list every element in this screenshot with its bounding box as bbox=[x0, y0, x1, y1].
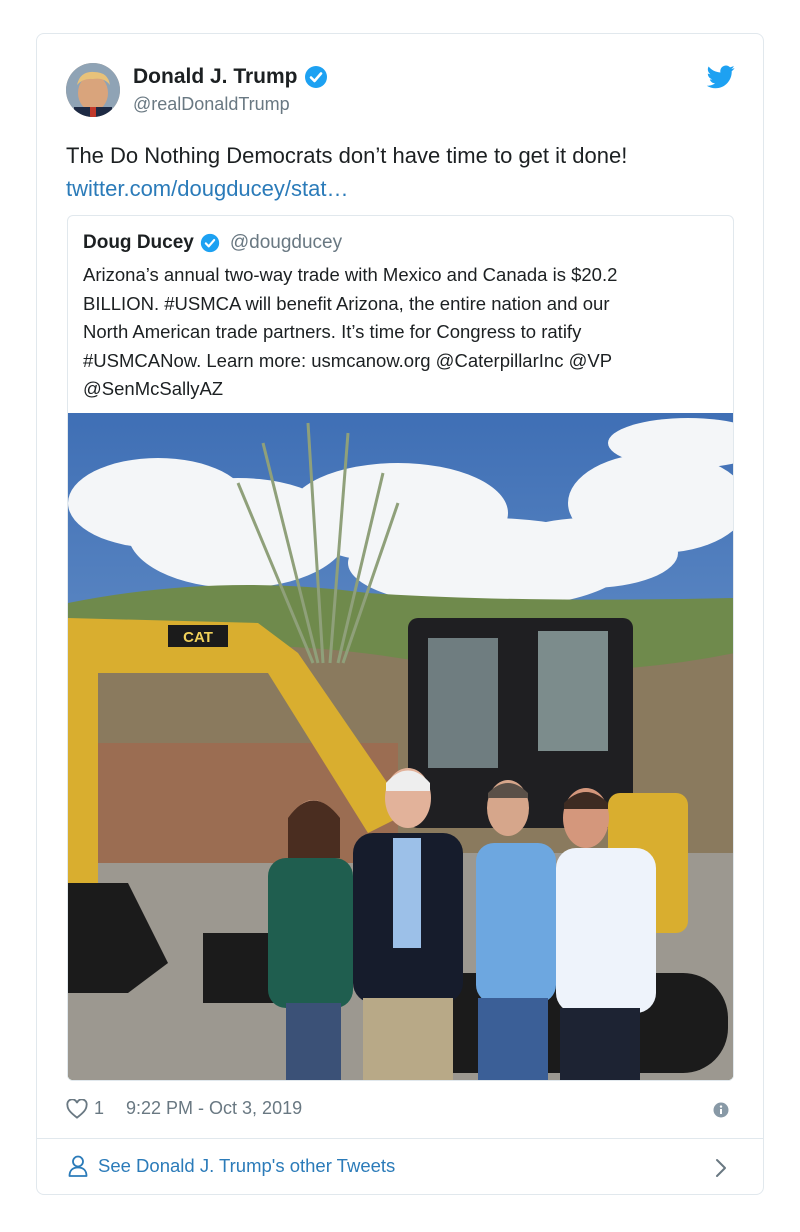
author-avatar[interactable] bbox=[66, 63, 120, 117]
quoted-author-handle: @dougducey bbox=[229, 232, 343, 253]
author-handle[interactable]: @realDonaldTrump bbox=[133, 94, 290, 115]
quoted-author-name: Doug Ducey bbox=[83, 232, 194, 253]
quoted-tweet-photo[interactable]: CAT bbox=[68, 413, 734, 1081]
verified-badge-icon bbox=[304, 66, 327, 88]
embedded-tweet-card: Donald J. Trump @realDonaldTrump The Do … bbox=[36, 33, 764, 1195]
person-icon bbox=[68, 1155, 88, 1177]
quoted-tweet-text: Arizona’s annual two-way trade with Mexi… bbox=[83, 261, 713, 404]
quoted-author-row: Doug Ducey @dougducey bbox=[83, 232, 342, 254]
tweet-text: The Do Nothing Democrats don’t have time… bbox=[66, 143, 628, 168]
verified-badge-icon bbox=[200, 233, 220, 253]
twitter-bird-icon[interactable] bbox=[707, 65, 735, 89]
quoted-tweet[interactable]: Doug Ducey @dougducey Arizona’s annual t… bbox=[67, 215, 734, 1081]
heart-icon[interactable] bbox=[66, 1098, 88, 1119]
quoted-text-line: Arizona’s annual two-way trade with Mexi… bbox=[83, 264, 618, 285]
quoted-text-line: North American trade partners. It’s time… bbox=[83, 321, 582, 342]
tweet-body: The Do Nothing Democrats don’t have time… bbox=[66, 139, 726, 205]
quoted-text-line: BILLION. #USMCA will benefit Arizona, th… bbox=[83, 292, 610, 314]
quoted-tweet-link[interactable]: twitter.com/dougducey/stat… bbox=[66, 172, 726, 205]
see-other-tweets-label[interactable]: See Donald J. Trump's other Tweets bbox=[98, 1155, 395, 1177]
like-count[interactable]: 1 bbox=[94, 1098, 104, 1119]
tweet-timestamp[interactable]: 9:22 PM - Oct 3, 2019 bbox=[126, 1098, 302, 1119]
see-other-tweets-link[interactable]: See Donald J. Trump's other Tweets bbox=[68, 1155, 395, 1177]
quoted-text-line: @SenMcSallyAZ bbox=[83, 378, 224, 399]
chevron-right-icon[interactable] bbox=[714, 1157, 728, 1179]
info-icon[interactable] bbox=[713, 1102, 729, 1118]
quoted-text-line: #USMCANow. Learn more: usmcanow.org @Cat… bbox=[83, 349, 613, 371]
tweet-footer: 1 9:22 PM - Oct 3, 2019 bbox=[66, 1098, 302, 1119]
author-name[interactable]: Donald J. Trump bbox=[133, 65, 298, 89]
cat-logo: CAT bbox=[183, 629, 213, 646]
footer-divider bbox=[37, 1138, 763, 1139]
author-name-row[interactable]: Donald J. Trump bbox=[133, 65, 328, 89]
